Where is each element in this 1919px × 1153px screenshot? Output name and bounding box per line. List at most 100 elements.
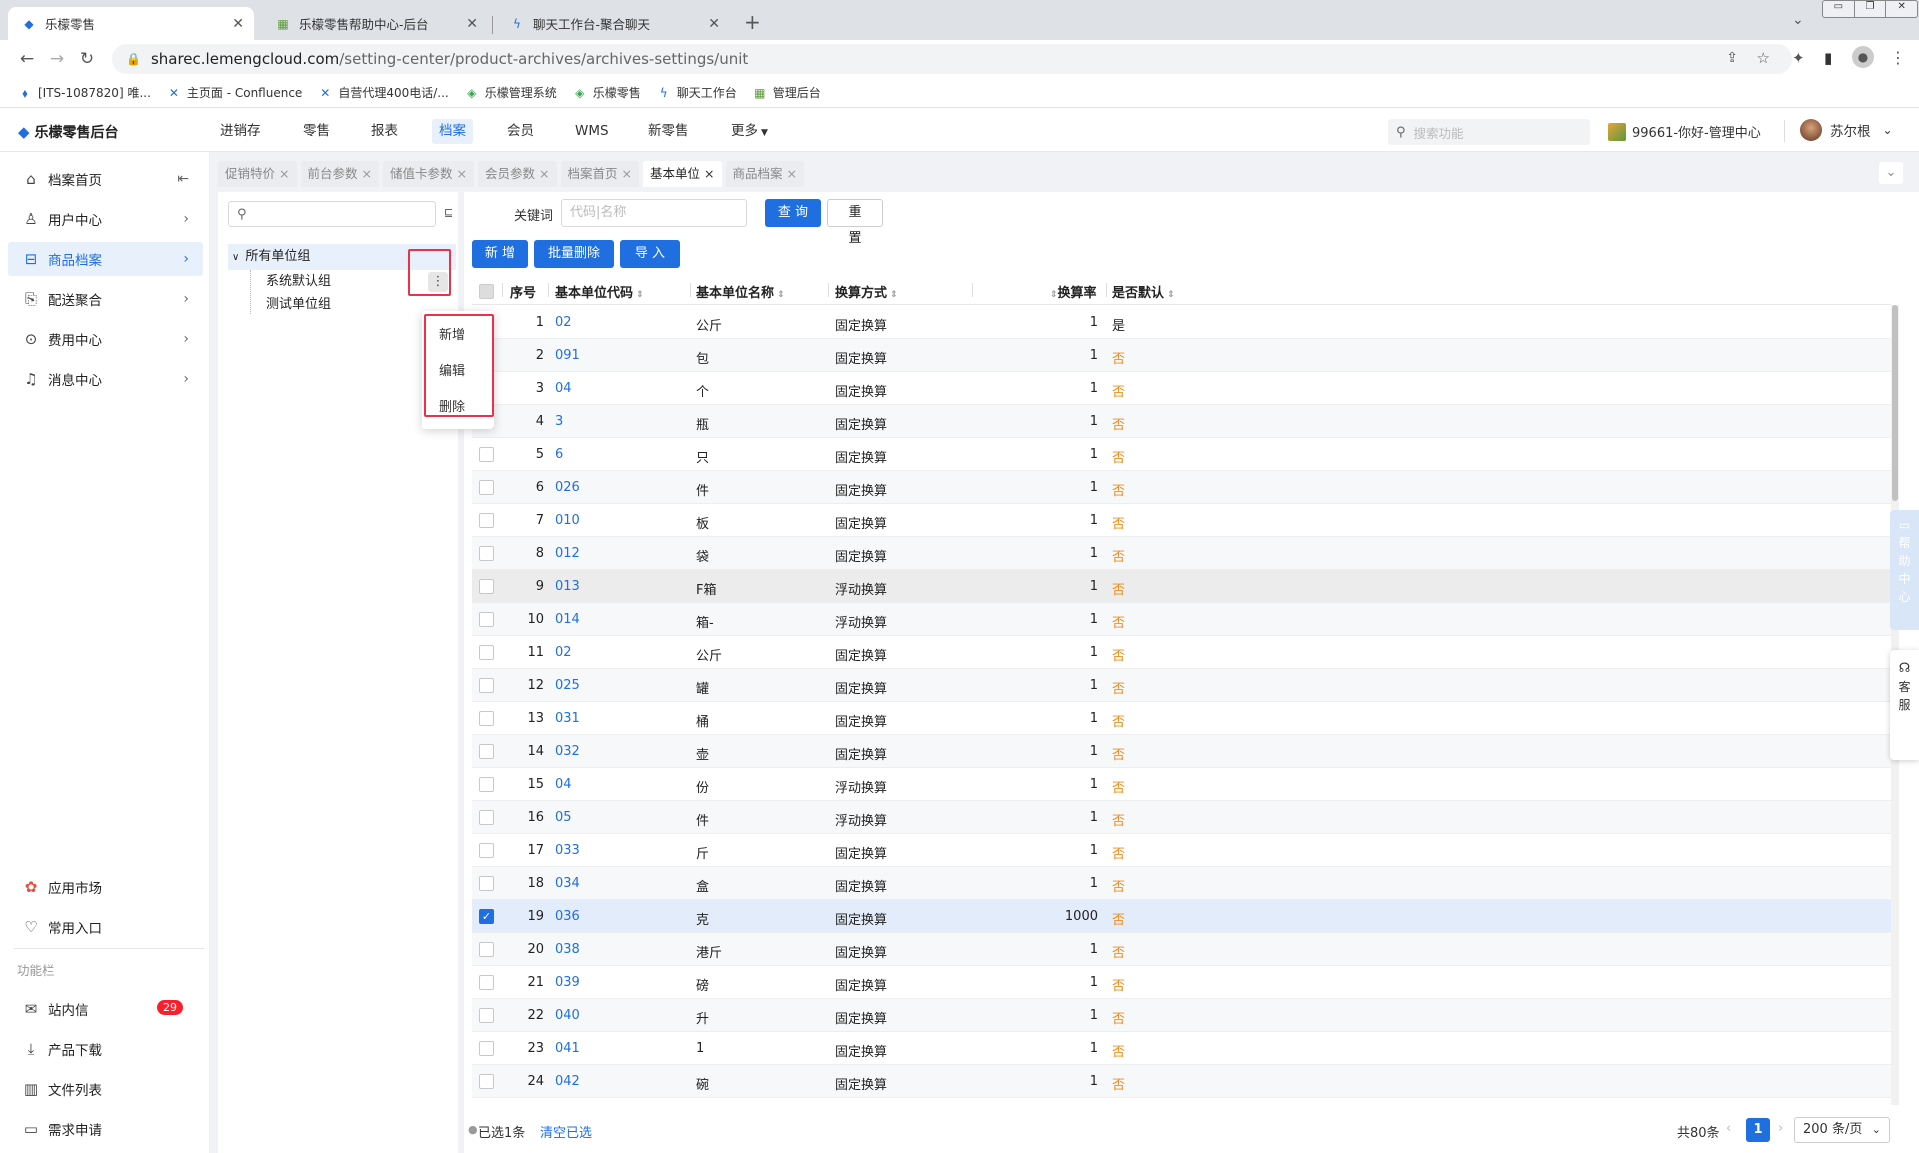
- extensions-icon[interactable]: ✦: [1792, 49, 1805, 67]
- sidebar-item-download[interactable]: ⤓ 产品下载: [8, 1032, 203, 1066]
- row-checkbox[interactable]: [479, 513, 494, 528]
- page-tab[interactable]: 前台参数 ×: [300, 161, 379, 187]
- nav-jinxiaocun[interactable]: 进销存: [213, 119, 268, 144]
- cell-code-link[interactable]: 031: [555, 711, 580, 726]
- close-icon[interactable]: ×: [787, 166, 797, 181]
- tab-search-icon[interactable]: ⌄: [1792, 12, 1804, 28]
- table-row[interactable]: 7 010 板 固定换算 1 否: [472, 504, 1891, 537]
- page-number-current[interactable]: 1: [1746, 1118, 1770, 1142]
- table-row[interactable]: 24 042 碗 固定换算 1 否: [472, 1065, 1891, 1098]
- chevron-down-icon[interactable]: ∨: [232, 252, 239, 263]
- table-row[interactable]: 3 04 个 固定换算 1 否: [472, 372, 1891, 405]
- row-checkbox[interactable]: [479, 975, 494, 990]
- cell-code-link[interactable]: 034: [555, 876, 580, 891]
- reset-button[interactable]: 重 置: [827, 199, 883, 246]
- cell-code-link[interactable]: 014: [555, 612, 580, 627]
- cell-code-link[interactable]: 042: [555, 1074, 580, 1089]
- bookmark-item[interactable]: ✕ 主页面 - Confluence: [167, 84, 302, 101]
- row-checkbox[interactable]: [479, 480, 494, 495]
- window-close-icon[interactable]: ✕: [1886, 1, 1917, 17]
- row-checkbox[interactable]: [479, 546, 494, 561]
- nav-more[interactable]: 更多 ▼: [724, 119, 775, 144]
- page-size-select[interactable]: 200 条/页 ⌄: [1794, 1117, 1890, 1143]
- table-row[interactable]: 5 6 只 固定换算 1 否: [472, 438, 1891, 471]
- clear-selection-link[interactable]: 清空已选: [540, 1122, 592, 1141]
- sort-icon[interactable]: ⇕: [1164, 290, 1175, 300]
- table-row[interactable]: 22 040 升 固定换算 1 否: [472, 999, 1891, 1032]
- cell-code-link[interactable]: 033: [555, 843, 580, 858]
- user-menu[interactable]: 苏尔根 ⌄: [1800, 119, 1893, 141]
- collapse-sidebar-icon[interactable]: ⇤: [177, 171, 189, 187]
- cell-code-link[interactable]: 04: [555, 777, 572, 792]
- row-checkbox[interactable]: ✓: [479, 909, 494, 924]
- nav-huiyuan[interactable]: 会员: [500, 119, 541, 144]
- page-tab[interactable]: 档案首页 ×: [560, 161, 639, 187]
- close-icon[interactable]: ✕: [232, 16, 244, 32]
- cell-code-link[interactable]: 032: [555, 744, 580, 759]
- sidebar-item-app-market[interactable]: ✿ 应用市场: [8, 870, 203, 904]
- cell-code-link[interactable]: 010: [555, 513, 580, 528]
- bookmark-item[interactable]: ▦ 管理后台: [753, 84, 821, 101]
- cell-code-link[interactable]: 04: [555, 381, 572, 396]
- table-row[interactable]: 21 039 磅 固定换算 1 否: [472, 966, 1891, 999]
- sort-icon[interactable]: ⇕: [1050, 290, 1058, 300]
- sidebar-item-home[interactable]: ⌂ 档案首页 ⇤: [8, 162, 203, 196]
- sidebar-item-favorites[interactable]: ♡ 常用入口: [8, 910, 203, 944]
- table-row[interactable]: 23 041 1 固定换算 1 否: [472, 1032, 1891, 1065]
- row-checkbox[interactable]: [479, 579, 494, 594]
- table-row[interactable]: 6 026 件 固定换算 1 否: [472, 471, 1891, 504]
- bookmark-item[interactable]: ◈ 乐檬管理系统: [465, 84, 557, 101]
- cell-code-link[interactable]: 02: [555, 315, 572, 330]
- row-checkbox[interactable]: [479, 1074, 494, 1089]
- sidebar-item-inbox[interactable]: ✉ 站内信 29: [8, 992, 203, 1026]
- table-row[interactable]: 14 032 壶 固定换算 1 否: [472, 735, 1891, 768]
- reload-icon[interactable]: ↻: [72, 49, 102, 69]
- cell-code-link[interactable]: 026: [555, 480, 580, 495]
- back-icon[interactable]: ←: [12, 49, 42, 69]
- help-center-float-button[interactable]: ▭ 帮 助 中 心: [1890, 510, 1919, 630]
- browser-tab-help[interactable]: ▦ 乐檬零售帮助中心-后台 ✕: [262, 7, 488, 40]
- cell-code-link[interactable]: 040: [555, 1008, 580, 1023]
- close-icon[interactable]: ×: [622, 166, 632, 181]
- row-checkbox[interactable]: [479, 612, 494, 627]
- close-icon[interactable]: ×: [704, 166, 714, 181]
- close-icon[interactable]: ✕: [708, 16, 720, 32]
- column-header-code[interactable]: 基本单位代码 ⇕: [555, 282, 644, 301]
- sidebar-item-request[interactable]: ▭ 需求申请: [8, 1112, 203, 1146]
- tree-node-root[interactable]: ∨ 所有单位组: [232, 245, 310, 269]
- cell-code-link[interactable]: 025: [555, 678, 580, 693]
- profile-icon[interactable]: ●: [1852, 46, 1874, 68]
- batch-delete-button[interactable]: 批量删除: [534, 240, 614, 268]
- row-checkbox[interactable]: [479, 447, 494, 462]
- cell-code-link[interactable]: 013: [555, 579, 580, 594]
- close-icon[interactable]: ×: [457, 166, 467, 181]
- cell-code-link[interactable]: 091: [555, 348, 580, 363]
- bookmark-item[interactable]: ⬧ [ITS-1087820] 唯...: [18, 84, 151, 101]
- app-logo[interactable]: ◆ 乐檬零售后台: [18, 122, 119, 142]
- cell-code-link[interactable]: 038: [555, 942, 580, 957]
- table-row[interactable]: 11 02 公斤 固定换算 1 否: [472, 636, 1891, 669]
- bookmark-item[interactable]: ϟ 聊天工作台: [657, 84, 737, 101]
- tree-node-test-group[interactable]: 测试单位组: [266, 293, 331, 317]
- table-row[interactable]: 13 031 桶 固定换算 1 否: [472, 702, 1891, 735]
- nav-baobiao[interactable]: 报表: [364, 119, 405, 144]
- column-header-method[interactable]: 换算方式 ⇕: [835, 282, 898, 301]
- sidebar-item-fee-center[interactable]: ⊙ 费用中心 ›: [8, 322, 203, 356]
- table-row[interactable]: 16 05 件 浮动换算 1 否: [472, 801, 1891, 834]
- restore-icon[interactable]: ❐: [1855, 1, 1887, 17]
- table-row[interactable]: 1 02 公斤 固定换算 1 是: [472, 306, 1891, 339]
- next-page-icon[interactable]: ›: [1778, 1121, 1783, 1136]
- cell-code-link[interactable]: 039: [555, 975, 580, 990]
- sidebar-item-product-archives[interactable]: ⊟ 商品档案 ›: [8, 242, 203, 276]
- column-header-name[interactable]: 基本单位名称 ⇕: [696, 282, 785, 301]
- cell-code-link[interactable]: 02: [555, 645, 572, 660]
- minimize-icon[interactable]: ▭: [1823, 1, 1855, 17]
- cell-code-link[interactable]: 6: [555, 447, 563, 462]
- cell-code-link[interactable]: 3: [555, 414, 563, 429]
- row-checkbox[interactable]: [479, 810, 494, 825]
- tree-search-input[interactable]: ⚲: [228, 201, 436, 227]
- sidebar-item-file-list[interactable]: ▥ 文件列表: [8, 1072, 203, 1106]
- table-row[interactable]: 9 013 F箱 浮动换算 1 否: [472, 570, 1891, 603]
- add-button[interactable]: 新 增: [472, 240, 528, 268]
- browser-tab-lemeng[interactable]: ◆ 乐檬零售 ✕: [8, 7, 254, 40]
